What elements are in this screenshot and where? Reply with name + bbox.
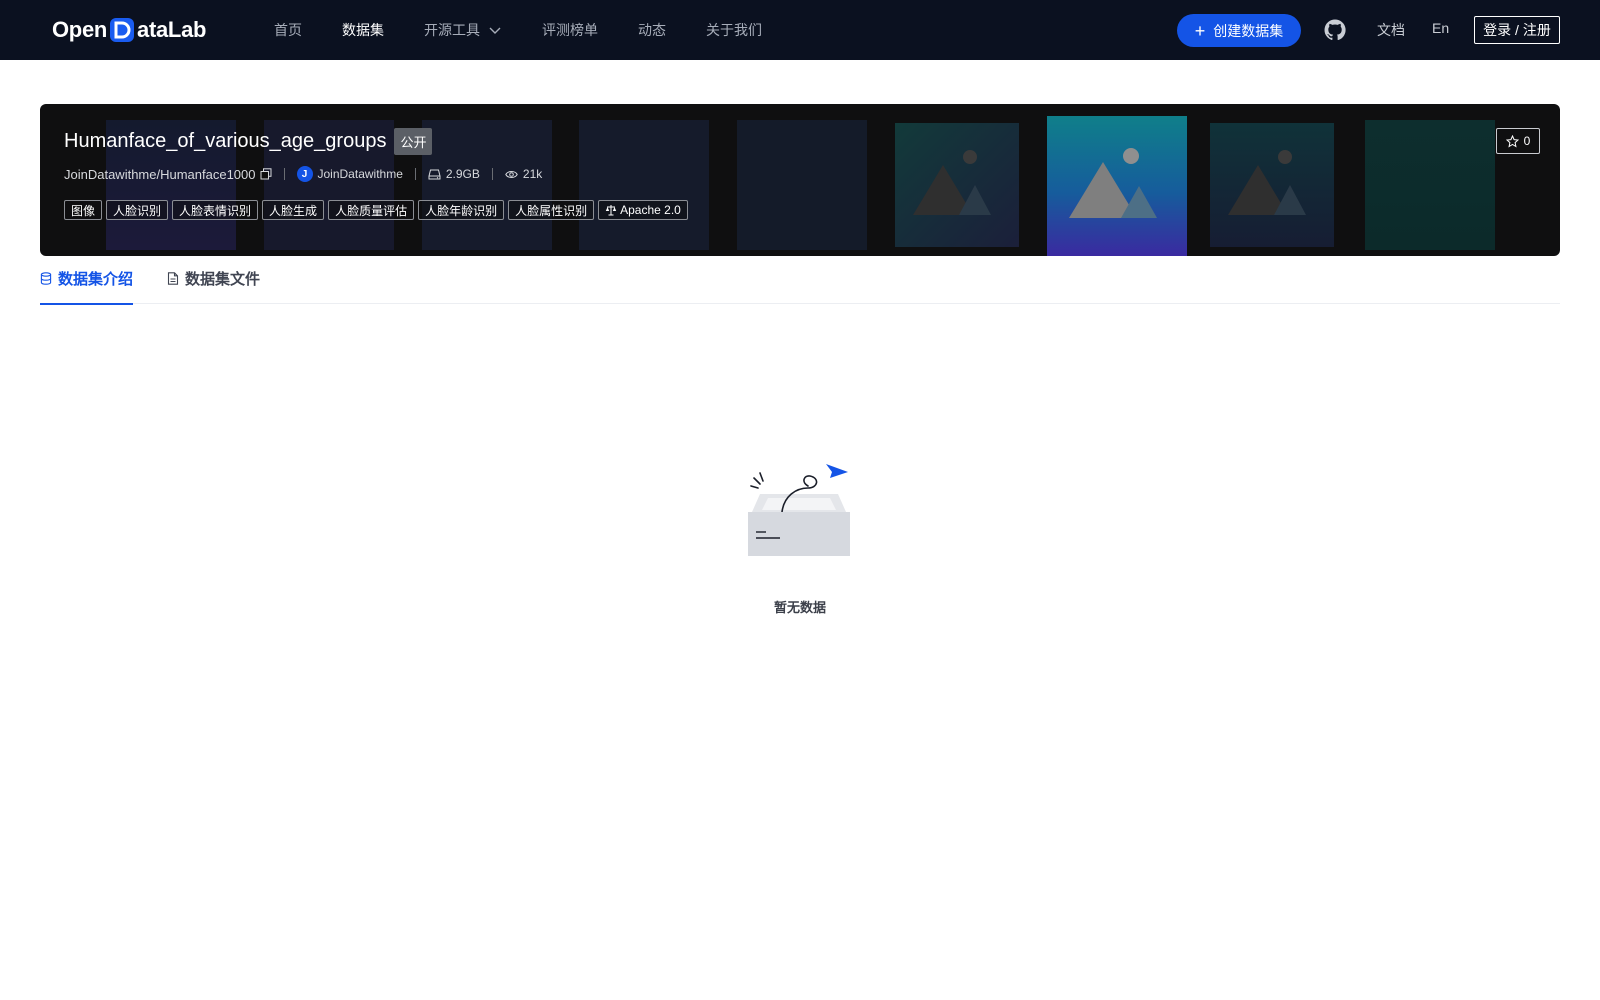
nav-item-tools[interactable]: 开源工具 <box>424 20 502 40</box>
nav-label: 首页 <box>274 22 302 38</box>
tab-dataset-files[interactable]: 数据集文件 <box>167 268 260 304</box>
chevron-down-icon <box>489 27 501 34</box>
tag-item[interactable]: 人脸属性识别 <box>508 200 595 220</box>
main-nav: 首页 数据集 开源工具 评测榜单 动态 关于我们 <box>274 0 802 60</box>
nav-item-datasets[interactable]: 数据集 <box>342 20 384 40</box>
tab-label: 数据集文件 <box>185 271 261 288</box>
nav-label: 数据集 <box>342 22 384 38</box>
tag-item[interactable]: 人脸表情识别 <box>172 200 259 220</box>
empty-state-text: 暂无数据 <box>773 600 826 615</box>
nav-label: 动态 <box>638 22 666 38</box>
logo-d-icon <box>110 18 135 42</box>
repo-path: JoinDatawithme/Humanface1000 <box>64 166 256 182</box>
license-label: Apache 2.0 <box>620 203 681 217</box>
nav-label: 开源工具 <box>424 22 480 38</box>
tag-item[interactable]: 人脸识别 <box>106 200 169 220</box>
divider <box>414 168 416 180</box>
image-placeholder-icon <box>1047 116 1187 256</box>
owner-name[interactable]: JoinDatawithme <box>318 167 403 181</box>
tag-item[interactable]: 人脸年龄识别 <box>418 200 505 220</box>
hard-drive-icon <box>428 169 441 179</box>
empty-box-icon <box>748 464 850 556</box>
docs-link[interactable]: 文档 <box>1377 20 1405 40</box>
image-placeholder-icon <box>1210 123 1334 247</box>
nav-label: 评测榜单 <box>542 22 598 38</box>
divider <box>491 168 493 180</box>
logo-text-left: Open <box>52 17 108 42</box>
license-tag[interactable]: Apache 2.0 <box>598 200 688 220</box>
dataset-title-row: Humanface_of_various_age_groups 公开 <box>64 128 433 155</box>
nav-item-news[interactable]: 动态 <box>638 20 666 40</box>
database-icon <box>40 272 52 285</box>
divider <box>283 168 285 180</box>
copy-icon[interactable] <box>260 168 272 180</box>
github-icon[interactable] <box>1323 18 1347 42</box>
preview-thumbnail <box>422 120 552 250</box>
tag-item[interactable]: 图像 <box>64 200 103 220</box>
nav-item-about[interactable]: 关于我们 <box>706 20 762 40</box>
tab-dataset-intro[interactable]: 数据集介绍 <box>40 268 134 305</box>
eye-icon <box>505 170 518 178</box>
preview-thumbnail <box>1365 120 1495 250</box>
nav-item-leaderboard[interactable]: 评测榜单 <box>542 20 598 40</box>
star-count: 0 <box>1523 134 1531 148</box>
top-nav: Open ataLab 首页 数据集 开源工具 评测榜单 动态 关于我们 + 创… <box>0 0 1600 60</box>
opendatalab-logo[interactable]: Open ataLab <box>52 15 206 45</box>
file-icon <box>167 272 179 285</box>
dataset-size: 2.9GB <box>428 167 480 181</box>
logo-text-right: ataLab <box>137 17 207 42</box>
star-button[interactable]: 0 <box>1496 128 1540 154</box>
size-value: 2.9GB <box>445 167 480 181</box>
preview-thumbnail <box>737 120 867 250</box>
nav-item-home[interactable]: 首页 <box>274 20 302 40</box>
tag-item[interactable]: 人脸质量评估 <box>328 200 415 220</box>
plus-icon: + <box>1194 20 1206 41</box>
dataset-title: Humanface_of_various_age_groups <box>64 130 387 152</box>
language-switch[interactable]: En <box>1432 20 1449 36</box>
preview-thumbnail <box>579 120 709 250</box>
views-value: 21k <box>522 167 543 181</box>
avatar: J <box>296 166 313 182</box>
create-dataset-button[interactable]: + 创建数据集 <box>1177 14 1301 47</box>
tag-item[interactable]: 人脸生成 <box>262 200 325 220</box>
dataset-views: 21k <box>505 167 542 181</box>
visibility-badge: 公开 <box>394 128 433 155</box>
image-placeholder-icon <box>895 123 1019 247</box>
dataset-tabs: 数据集介绍 数据集文件 <box>40 268 1560 305</box>
dataset-meta: JoinDatawithme/Humanface1000 J JoinDataw… <box>64 166 542 182</box>
login-register-button[interactable]: 登录 / 注册 <box>1474 16 1560 44</box>
tab-label: 数据集介绍 <box>58 271 134 288</box>
nav-label: 关于我们 <box>706 22 762 38</box>
create-dataset-label: 创建数据集 <box>1213 22 1284 39</box>
star-icon <box>1505 134 1519 148</box>
dataset-banner: Humanface_of_various_age_groups 公开 JoinD… <box>40 104 1560 256</box>
dataset-tags: 图像 人脸识别 人脸表情识别 人脸生成 人脸质量评估 人脸年龄识别 人脸属性识别… <box>64 200 692 220</box>
scale-icon <box>605 205 617 216</box>
